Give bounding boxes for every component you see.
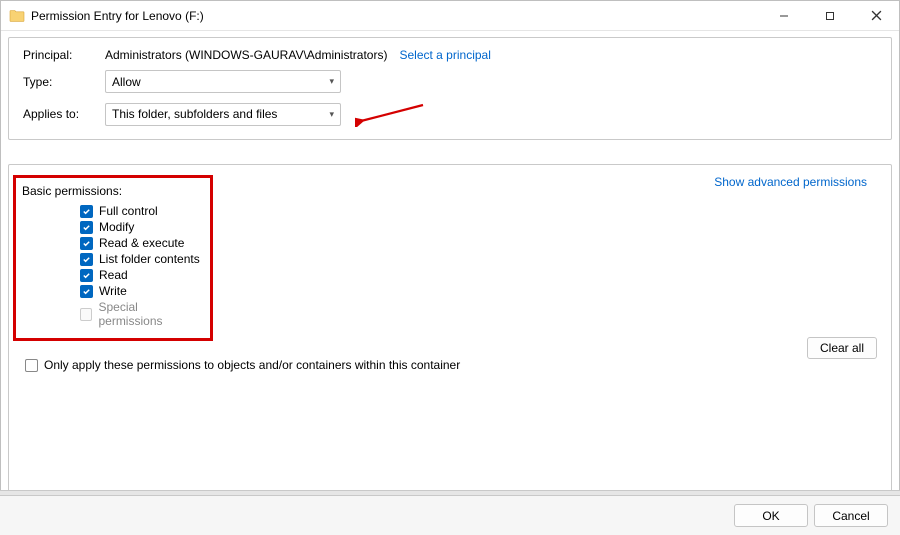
close-button[interactable] [853, 1, 899, 31]
principal-label: Principal: [23, 48, 105, 62]
perm-full-control[interactable]: Full control [80, 204, 200, 218]
type-label: Type: [23, 75, 105, 89]
checkbox-icon [80, 237, 93, 250]
window-controls [761, 1, 899, 30]
checkbox-icon [80, 253, 93, 266]
checkbox-icon [80, 269, 93, 282]
checkbox-icon [80, 285, 93, 298]
perm-label: Special permissions [98, 300, 200, 328]
perm-label: Full control [99, 204, 158, 218]
perm-modify[interactable]: Modify [80, 220, 200, 234]
perm-read-execute[interactable]: Read & execute [80, 236, 200, 250]
show-advanced-permissions-link[interactable]: Show advanced permissions [714, 175, 867, 189]
checkbox-icon [80, 221, 93, 234]
only-apply-row[interactable]: Only apply these permissions to objects … [25, 358, 877, 372]
checkbox-icon [80, 205, 93, 218]
principal-panel: Principal: Administrators (WINDOWS-GAURA… [8, 37, 892, 140]
applies-to-label: Applies to: [23, 107, 105, 121]
perm-label: Read & execute [99, 236, 184, 250]
checkbox-icon [25, 359, 38, 372]
clear-all-button[interactable]: Clear all [807, 337, 877, 359]
perm-label: Write [99, 284, 127, 298]
minimize-button[interactable] [761, 1, 807, 31]
basic-permissions-group: Basic permissions: Full control Modify R… [13, 175, 213, 341]
principal-value: Administrators (WINDOWS-GAURAV\Administr… [105, 48, 387, 62]
perm-write[interactable]: Write [80, 284, 200, 298]
cancel-button[interactable]: Cancel [814, 504, 888, 527]
folder-icon [9, 8, 25, 24]
ok-label: OK [762, 509, 779, 523]
window-title: Permission Entry for Lenovo (F:) [31, 9, 761, 23]
perm-special: Special permissions [80, 300, 200, 328]
cancel-label: Cancel [832, 509, 869, 523]
perm-read[interactable]: Read [80, 268, 200, 282]
annotation-arrow-icon [355, 101, 425, 127]
select-principal-link[interactable]: Select a principal [399, 48, 490, 62]
checkbox-icon [80, 308, 92, 321]
maximize-button[interactable] [807, 1, 853, 31]
perm-label: List folder contents [99, 252, 200, 266]
dialog-footer: OK Cancel [0, 495, 900, 535]
chevron-down-icon: ▾ [329, 109, 334, 120]
permissions-panel: Basic permissions: Full control Modify R… [8, 164, 892, 492]
ok-button[interactable]: OK [734, 504, 808, 527]
perm-label: Read [99, 268, 128, 282]
titlebar: Permission Entry for Lenovo (F:) [1, 1, 899, 31]
clear-all-label: Clear all [820, 341, 864, 355]
basic-permissions-heading: Basic permissions: [22, 184, 200, 198]
applies-to-select[interactable]: This folder, subfolders and files ▾ [105, 103, 341, 126]
only-apply-label: Only apply these permissions to objects … [44, 358, 460, 372]
chevron-down-icon: ▾ [329, 76, 334, 87]
type-select[interactable]: Allow ▾ [105, 70, 341, 93]
applies-to-value: This folder, subfolders and files [112, 107, 277, 121]
perm-list-folder[interactable]: List folder contents [80, 252, 200, 266]
type-select-value: Allow [112, 75, 141, 89]
perm-label: Modify [99, 220, 134, 234]
